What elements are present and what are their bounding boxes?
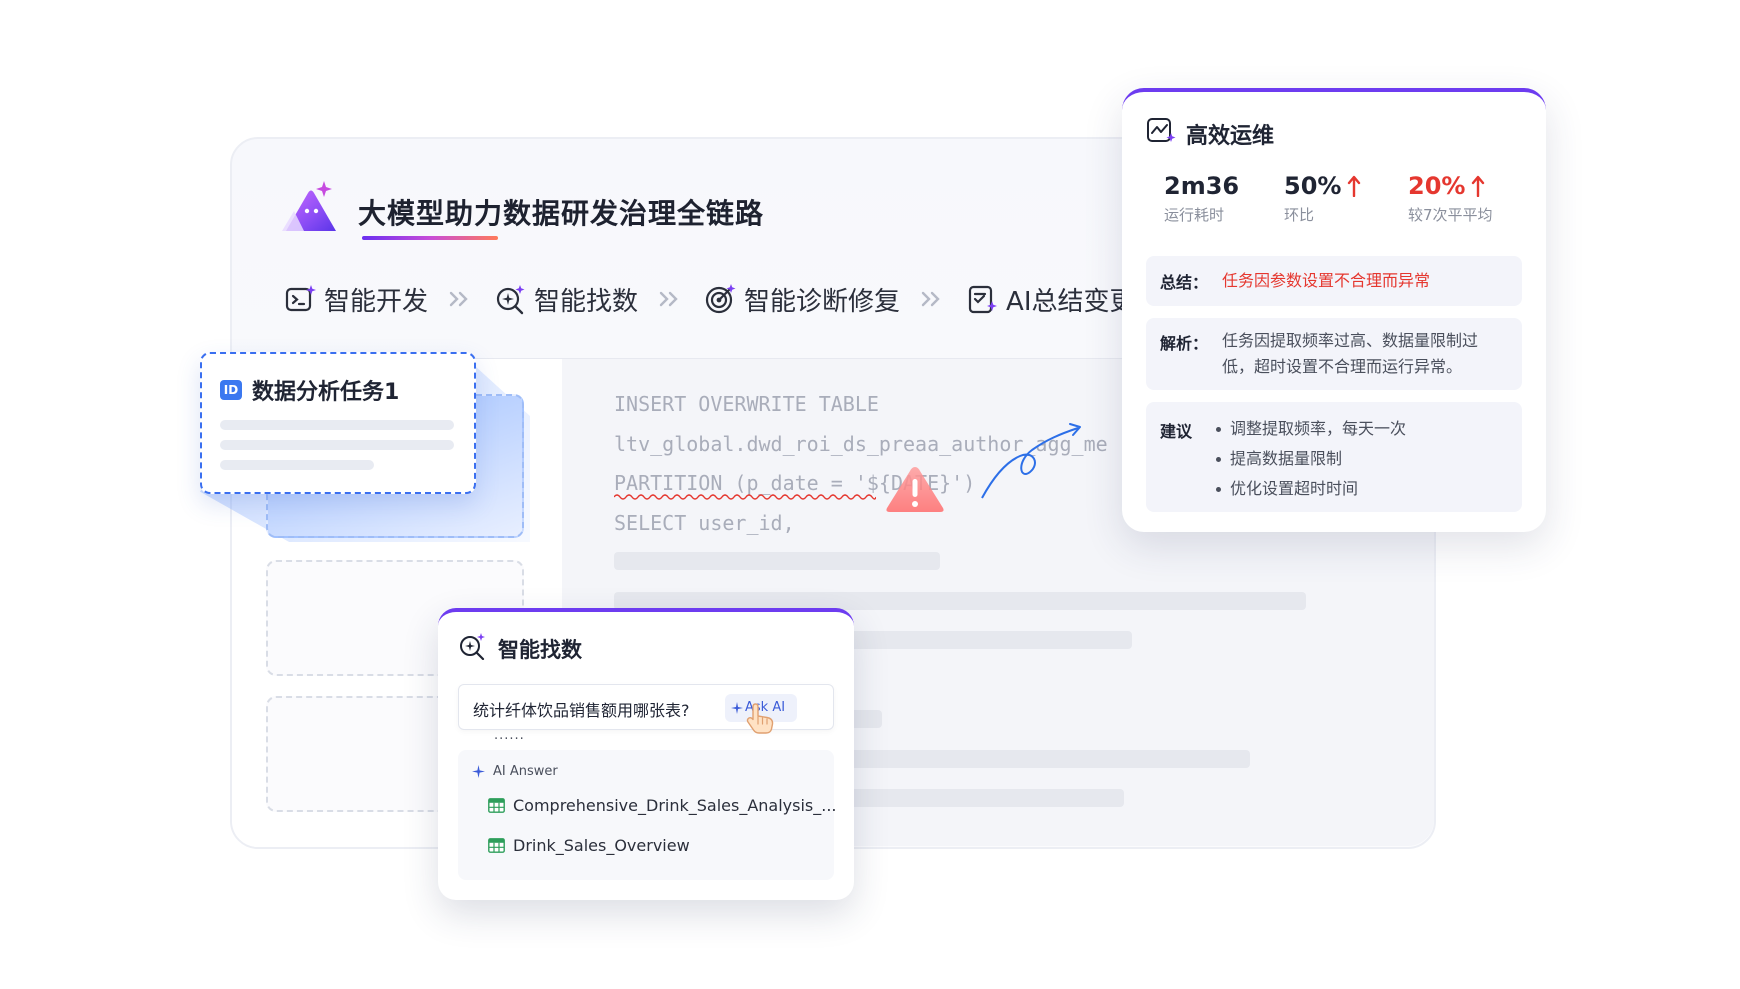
- code-placeholder-bar: [850, 710, 882, 728]
- more-results-ellipsis: ......: [494, 728, 525, 743]
- ai-answer-header: AI Answer: [472, 764, 558, 779]
- code-placeholder-bar: [614, 552, 940, 570]
- code-line: SELECT user_id,: [614, 511, 795, 535]
- title-underline: [362, 236, 498, 240]
- pipeline-step-label: 智能诊断修复: [744, 286, 901, 317]
- pipeline-step-label: 智能找数: [534, 286, 639, 317]
- task-title: 数据分析任务1: [252, 380, 400, 405]
- metric-label: 较7次平平均: [1408, 206, 1493, 224]
- metric-label: 环比: [1284, 206, 1315, 224]
- metric-value: 2m36: [1164, 172, 1240, 200]
- advice-list: 调整提取频率，每天一次 提高数据量限制 优化设置超时时间: [1214, 414, 1406, 504]
- monitor-chart-icon: [1147, 118, 1176, 142]
- id-badge-icon: ID: [220, 380, 242, 400]
- analysis-text: 任务因提取频率过高、数据量限制过 低，超时设置不合理而运行异常。: [1222, 331, 1479, 376]
- skeleton-line: [220, 440, 454, 450]
- code-line: INSERT OVERWRITE TABLE: [614, 392, 879, 416]
- table-icon: [488, 838, 505, 853]
- hand-pointer-icon: [746, 703, 774, 734]
- chevron-double-right-icon: [449, 291, 468, 307]
- code-placeholder-bar: [850, 631, 1132, 649]
- advice-item: 优化设置超时时间: [1214, 474, 1406, 504]
- search-spark-icon: [460, 633, 485, 660]
- metric-value: 20%: [1408, 172, 1466, 200]
- summary-box: 总结： 任务因参数设置不合理而异常: [1146, 256, 1522, 306]
- pipeline-step-summary[interactable]: AI总结变更: [966, 281, 1136, 318]
- chevron-double-right-icon: [659, 291, 678, 307]
- answer-result-item[interactable]: Comprehensive_Drink_Sales_Analysis_...: [488, 796, 837, 815]
- query-text: 统计纤体饮品销售额用哪张表?: [473, 701, 690, 720]
- pipeline-steps: 智能开发 智能找数 智能诊断修复 AI总结变更: [284, 281, 1136, 318]
- pipeline-step-dev[interactable]: 智能开发: [284, 281, 428, 318]
- summary-text: 任务因参数设置不合理而异常: [1222, 271, 1431, 290]
- table-icon: [488, 798, 505, 813]
- terminal-spark-icon: [285, 285, 316, 312]
- sparkle-icon: [731, 702, 743, 714]
- smart-find-card: 智能找数 统计纤体饮品销售额用哪张表? Ask AI AI Answer Com…: [438, 608, 854, 900]
- metric-7-run-average: 20% 较7次平平均: [1408, 172, 1493, 225]
- mountain-logo-icon: [282, 181, 336, 231]
- task-card-selected[interactable]: ID 数据分析任务1: [200, 352, 476, 494]
- ops-card: 高效运维 2m36 运行耗时 50% 环比 20% 较7次平平均 总结： 任务因…: [1122, 88, 1546, 532]
- advice-label: 建议: [1160, 422, 1193, 441]
- pipeline-step-diagnose[interactable]: 智能诊断修复: [704, 281, 900, 318]
- metric-label: 运行耗时: [1164, 206, 1225, 224]
- pipeline-step-label: 智能开发: [324, 286, 429, 317]
- metric-value: 50%: [1284, 172, 1342, 200]
- advice-item: 调整提取频率，每天一次: [1214, 414, 1406, 444]
- skeleton-line: [220, 420, 454, 430]
- error-squiggle: [614, 494, 876, 500]
- pipeline-step-label: AI总结变更: [1006, 286, 1136, 317]
- smart-find-title: 智能找数: [498, 638, 582, 662]
- skeleton-line: [220, 460, 374, 470]
- analysis-box: 解析： 任务因提取频率过高、数据量限制过 低，超时设置不合理而运行异常。: [1146, 318, 1522, 390]
- analysis-label: 解析：: [1160, 334, 1209, 353]
- query-input[interactable]: 统计纤体饮品销售额用哪张表? Ask AI: [458, 684, 834, 734]
- chevron-double-right-icon: [921, 291, 940, 307]
- code-placeholder-bar: [850, 789, 1124, 807]
- metric-runtime: 2m36 运行耗时: [1164, 172, 1239, 225]
- arrow-up-icon: [1348, 175, 1361, 197]
- advice-item: 提高数据量限制: [1214, 444, 1406, 474]
- search-spark-icon: [496, 285, 525, 315]
- metric-period-change: 50% 环比: [1284, 172, 1361, 225]
- warning-triangle-icon: [886, 467, 944, 512]
- annotation-arrow-icon: [981, 423, 1081, 499]
- document-spark-icon: [968, 285, 998, 314]
- arrow-up-icon: [1472, 175, 1485, 197]
- sparkle-icon: [472, 765, 485, 778]
- code-placeholder-bar: [850, 750, 1250, 768]
- summary-label: 总结：: [1160, 273, 1209, 292]
- ops-card-title: 高效运维: [1186, 124, 1275, 149]
- answer-result-item[interactable]: Drink_Sales_Overview: [488, 836, 690, 855]
- ai-answer-box: AI Answer Comprehensive_Drink_Sales_Anal…: [458, 750, 837, 880]
- advice-box: 建议 调整提取频率，每天一次 提高数据量限制 优化设置超时时间: [1146, 402, 1522, 512]
- page-title: 大模型助力数据研发治理全链路: [358, 197, 765, 230]
- target-spark-icon: [705, 284, 736, 314]
- pipeline-step-find[interactable]: 智能找数: [494, 281, 638, 318]
